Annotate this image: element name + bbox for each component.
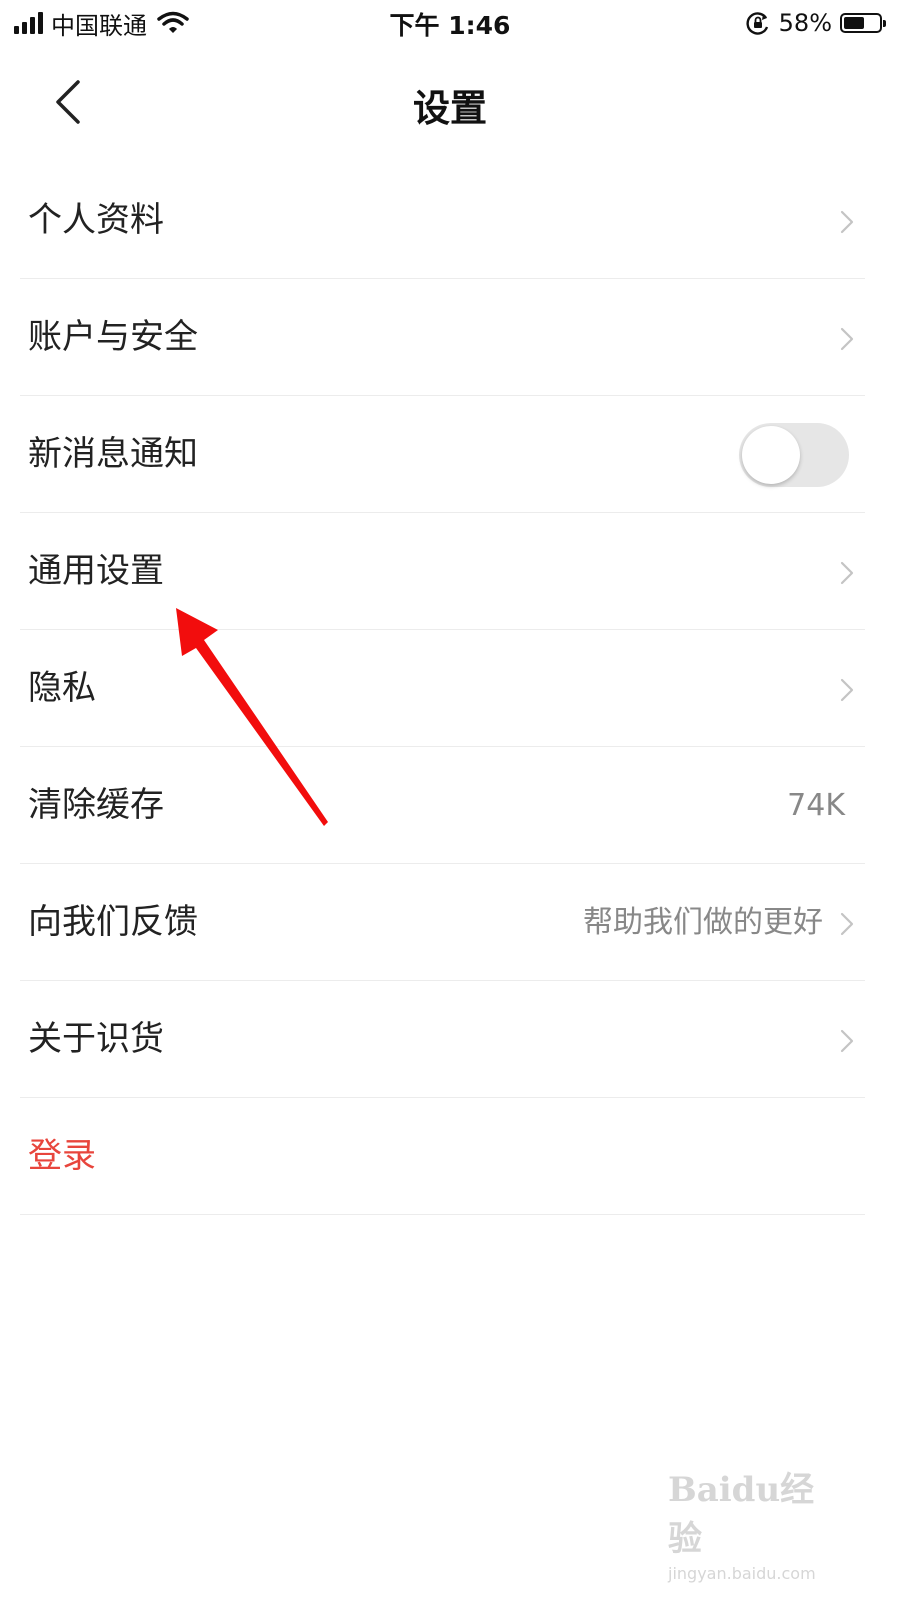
- chevron-right-icon: [840, 561, 854, 585]
- settings-item-privacy[interactable]: 隐私: [20, 630, 865, 747]
- status-right: 58%: [745, 6, 886, 40]
- chevron-right-icon: [840, 210, 854, 234]
- chevron-right-icon: [840, 327, 854, 351]
- settings-item-profile[interactable]: 个人资料: [20, 162, 865, 279]
- settings-item-label: 关于识货: [28, 1019, 164, 1059]
- settings-item-label: 通用设置: [28, 551, 164, 591]
- cache-size: 74K: [787, 788, 845, 823]
- chevron-right-icon: [840, 1029, 854, 1053]
- notification-toggle[interactable]: [739, 423, 849, 487]
- settings-item-notifications: 新消息通知: [20, 396, 865, 513]
- annotation-arrow-icon: [176, 608, 328, 826]
- settings-list: 个人资料 账户与安全 新消息通知 通用设置 隐私 清除缓存 74K 向我们反馈 …: [20, 162, 865, 1215]
- settings-item-feedback[interactable]: 向我们反馈 帮助我们做的更好: [20, 864, 865, 981]
- toggle-knob: [742, 426, 800, 484]
- login-label: 登录: [28, 1136, 96, 1176]
- battery-fill: [844, 17, 864, 29]
- chevron-right-icon: [840, 678, 854, 702]
- settings-item-label: 新消息通知: [28, 434, 198, 474]
- feedback-hint: 帮助我们做的更好: [583, 905, 823, 940]
- watermark-logo: Baidu经验: [668, 1470, 815, 1559]
- settings-item-label: 个人资料: [28, 200, 164, 240]
- settings-item-label: 隐私: [28, 668, 96, 708]
- chevron-right-icon: [840, 912, 854, 936]
- settings-item-account-security[interactable]: 账户与安全: [20, 279, 865, 396]
- rotation-lock-icon: [746, 12, 768, 35]
- login-button[interactable]: 登录: [20, 1098, 865, 1215]
- status-bar: 中国联通 下午 1:46 58%: [0, 0, 900, 46]
- battery-icon: [840, 13, 886, 33]
- settings-item-clear-cache[interactable]: 清除缓存 74K: [20, 747, 865, 864]
- settings-item-label: 向我们反馈: [28, 902, 198, 942]
- nav-bar: 设置: [0, 52, 900, 152]
- battery-cap: [883, 20, 886, 27]
- watermark-url: jingyan.baidu.com: [668, 1564, 816, 1583]
- baidu-watermark: Baidu经验 jingyan.baidu.com: [668, 1462, 838, 1583]
- page-title: 设置: [413, 87, 487, 130]
- settings-item-about[interactable]: 关于识货: [20, 981, 865, 1098]
- settings-item-general[interactable]: 通用设置: [20, 513, 865, 630]
- settings-item-label: 账户与安全: [28, 317, 198, 357]
- battery-percent: 58%: [778, 9, 832, 37]
- settings-item-label: 清除缓存: [28, 785, 164, 825]
